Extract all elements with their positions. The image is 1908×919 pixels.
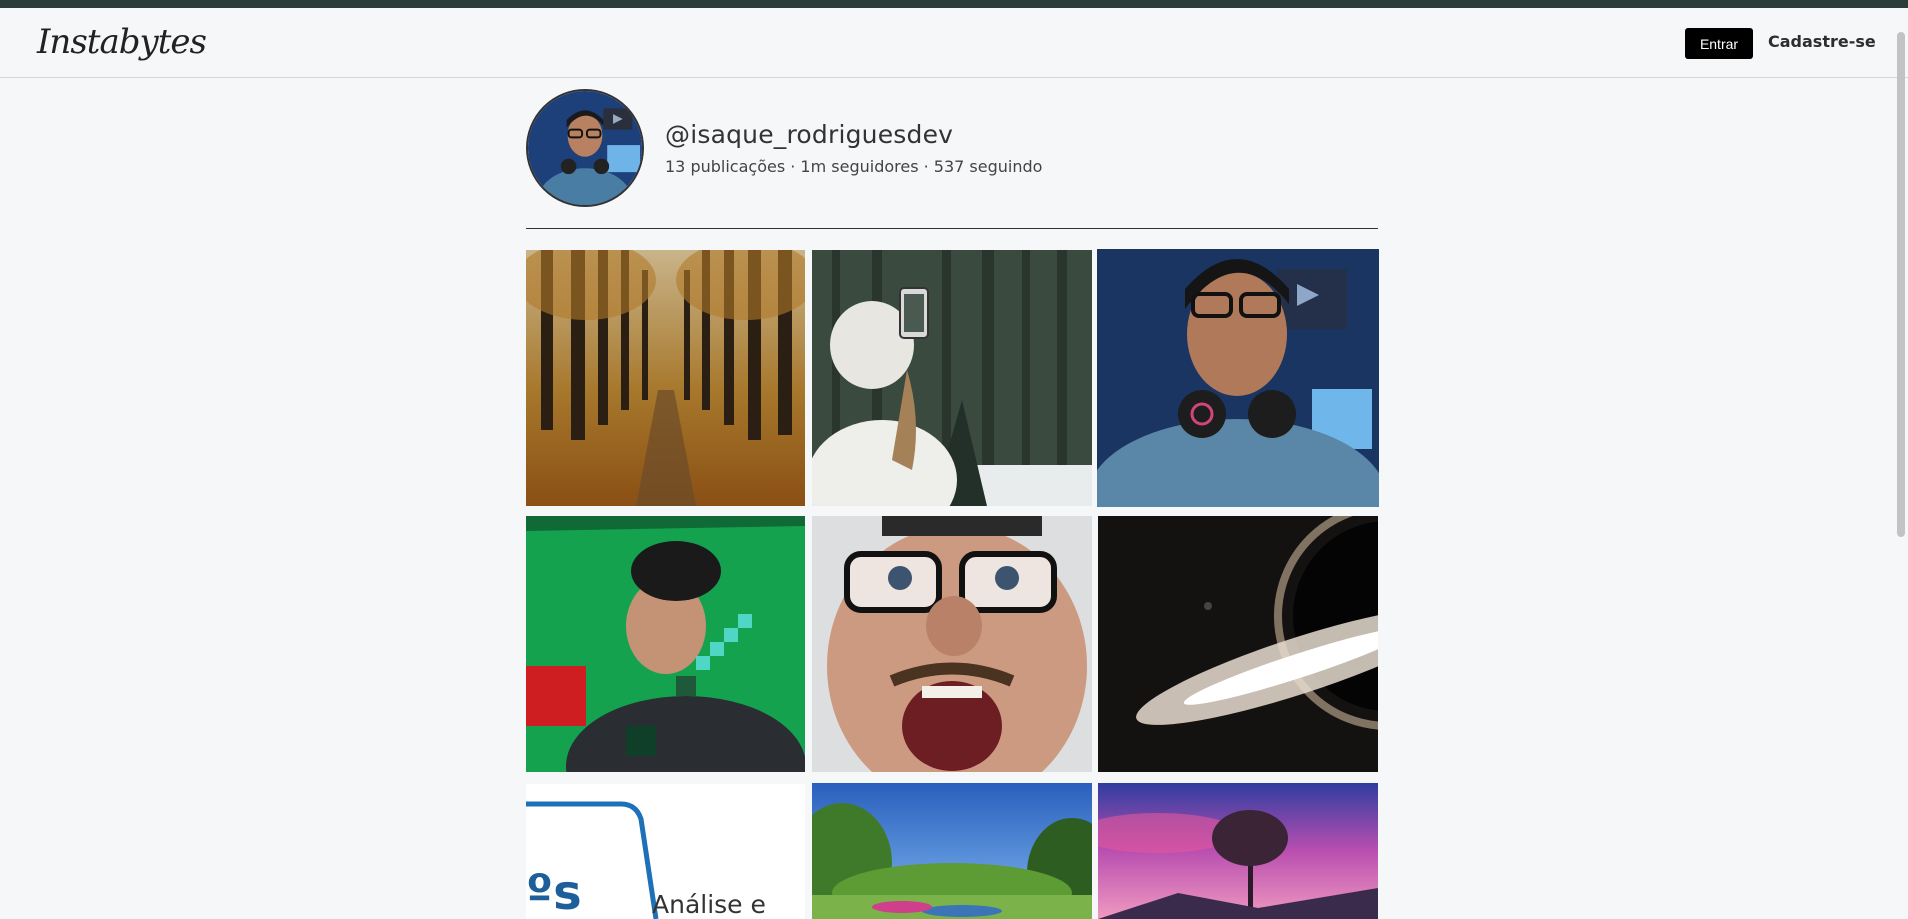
profile-username: @isaque_rodriguesdev	[665, 120, 954, 149]
signup-button[interactable]: Cadastre-se	[1768, 32, 1876, 51]
profile-divider	[526, 228, 1378, 229]
profile-avatar[interactable]	[526, 89, 644, 207]
post-tile-black-hole[interactable]	[1098, 516, 1378, 772]
post-tile-sunset-tree[interactable]	[1098, 783, 1378, 919]
post-tile-sword-selfie[interactable]	[526, 516, 805, 772]
app-logo[interactable]: Instabytes	[37, 22, 207, 62]
post-card-text: Análise e	[652, 890, 766, 919]
navbar: Instabytes Entrar Cadastre-se	[0, 8, 1908, 78]
profile-stats: 13 publicações · 1m seguidores · 537 seg…	[665, 157, 1043, 176]
top-strip	[0, 0, 1908, 8]
post-tile-autumn-forest[interactable]	[526, 250, 805, 506]
post-tile-headphones-selfie[interactable]	[1097, 249, 1379, 507]
post-tile-snow-selfie[interactable]	[812, 250, 1092, 506]
logo-text-part1: Insta	[37, 22, 120, 62]
scrollbar-thumb[interactable]	[1897, 32, 1905, 537]
login-button[interactable]: Entrar	[1685, 28, 1753, 59]
post-tile-funny-face[interactable]	[812, 516, 1092, 772]
post-tile-park[interactable]	[812, 783, 1092, 919]
page-scrollbar[interactable]	[1896, 8, 1906, 919]
post-tile-logo-card[interactable]: ºs Análise e	[526, 784, 805, 919]
svg-text:ºs: ºs	[526, 865, 582, 919]
logo-text-part2: bytes	[118, 22, 207, 62]
